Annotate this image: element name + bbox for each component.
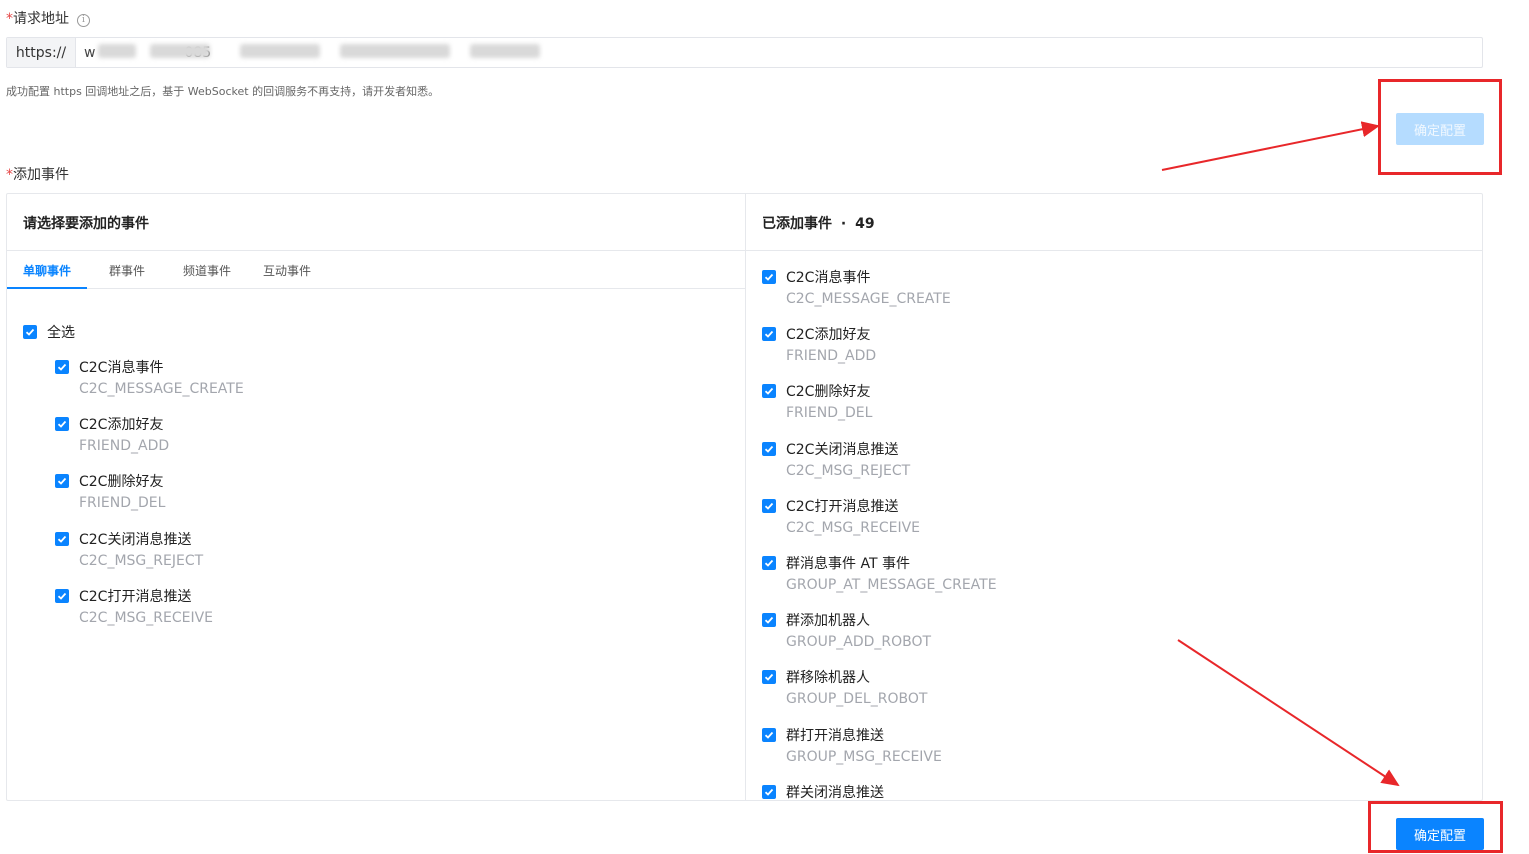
- annotation-arrow: [1177, 639, 1400, 787]
- annotation-arrow: [1161, 121, 1380, 171]
- annotation-arrows: [1161, 121, 1400, 787]
